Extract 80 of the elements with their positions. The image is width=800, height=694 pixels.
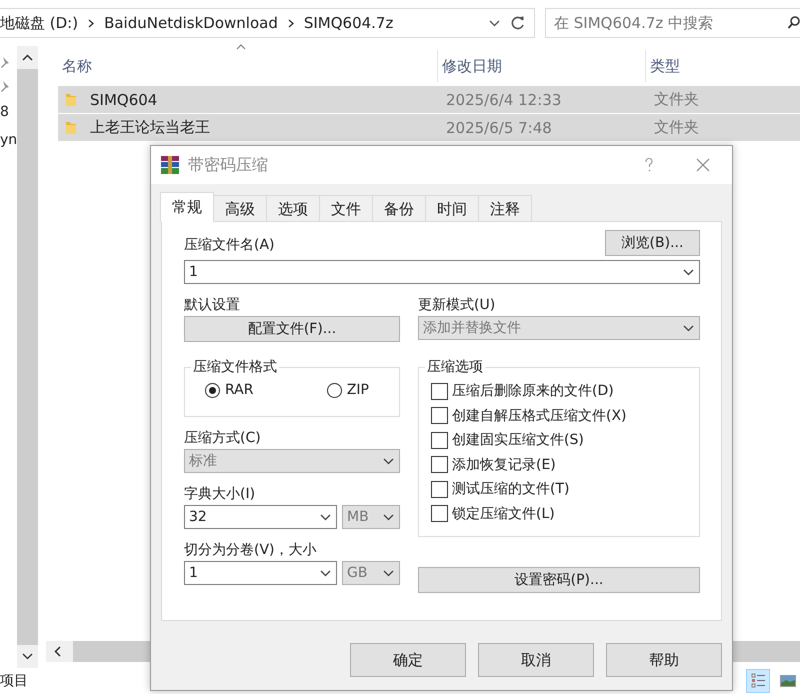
browse-button[interactable]: 浏览(B)... — [605, 230, 700, 256]
breadcrumb[interactable]: SIMQ604.7z — [304, 14, 394, 32]
radio-option[interactable]: RAR — [205, 382, 254, 398]
folder-icon — [66, 92, 76, 106]
group-title: 压缩文件格式 — [191, 358, 279, 376]
file-type: 文件夹 — [653, 118, 700, 137]
help-button[interactable]: 帮助 — [606, 643, 722, 677]
chevron-down-icon — [683, 324, 694, 332]
file-date: 2025/6/5 7:48 — [445, 118, 553, 136]
chevron-down-icon — [683, 268, 694, 276]
chevron-down-icon — [320, 514, 331, 520]
chevron-down-icon — [383, 570, 394, 576]
chevron-down-icon — [22, 653, 33, 660]
chevron-right-icon — [88, 18, 94, 28]
nav-item[interactable]: yn — [0, 132, 18, 148]
checkbox[interactable] — [431, 432, 448, 449]
chevron-right-icon — [288, 18, 294, 28]
breadcrumb[interactable]: 地磁盘 (D:) — [0, 14, 78, 32]
address-bar[interactable]: 地磁盘 (D:) BaiduNetdiskDownload SIMQ604.7z — [0, 8, 535, 38]
chevron-left-icon — [54, 646, 61, 657]
folder-icon — [66, 120, 76, 134]
status-text: 项目 — [0, 672, 28, 690]
pin-icon — [0, 56, 10, 68]
file-name: SIMQ604 — [90, 90, 158, 108]
search-field[interactable]: 在 SIMQ604.7z 中搜索 — [545, 8, 800, 38]
nav-item[interactable]: 8 — [0, 104, 9, 120]
dictionary-size-field[interactable]: 32 — [184, 505, 337, 529]
profiles-button[interactable]: 配置文件(F)... — [184, 316, 400, 342]
column-header[interactable]: 类型 — [646, 50, 800, 82]
dialog-title: 带密码压缩 — [188, 154, 268, 176]
chevron-down-icon — [489, 20, 500, 26]
archive-name-field[interactable]: 1 — [184, 260, 700, 284]
set-password-button[interactable]: 设置密码(P)... — [418, 567, 700, 593]
pin-icon — [0, 80, 10, 92]
chevron-up-icon — [22, 54, 33, 61]
chevron-down-icon — [383, 514, 394, 520]
search-icon — [788, 16, 800, 30]
image-icon — [780, 675, 796, 687]
column-header[interactable]: 修改日期 — [438, 50, 646, 82]
file-name: 上老王论坛当老王 — [90, 118, 210, 137]
field-label: 默认设置 — [184, 296, 241, 315]
field-label: 压缩文件名(A) — [184, 236, 275, 255]
tab[interactable]: 注释 — [478, 195, 532, 222]
field-label: 字典大小(I) — [184, 485, 256, 504]
field-label: 压缩方式(C) — [184, 429, 262, 448]
breadcrumb[interactable]: BaiduNetdiskDownload — [104, 14, 278, 32]
file-row[interactable]: 上老王论坛当老王 2025/6/5 7:48 文件夹 — [58, 114, 800, 142]
refresh-icon — [510, 15, 526, 31]
checkbox[interactable] — [431, 407, 448, 424]
checkbox[interactable] — [431, 456, 448, 474]
field-label: 切分为分卷(V)，大小 — [184, 541, 318, 560]
checkbox[interactable] — [431, 480, 448, 498]
file-date: 2025/6/4 12:33 — [445, 90, 562, 108]
field-label: 更新模式(U) — [418, 296, 496, 315]
radio-button[interactable] — [326, 382, 342, 398]
tab[interactable]: 常规 — [160, 192, 214, 222]
checkbox[interactable] — [431, 505, 448, 522]
file-type: 文件夹 — [653, 90, 700, 109]
checkbox-option[interactable]: 压缩后删除原来的文件(D) — [431, 381, 699, 402]
help-icon — [644, 157, 654, 173]
group-title: 压缩选项 — [425, 358, 485, 376]
chevron-down-icon — [320, 570, 331, 576]
column-header[interactable]: 名称 — [58, 50, 438, 82]
checkbox-option[interactable]: 添加恢复记录(E) — [431, 454, 699, 475]
radio-option[interactable]: ZIP — [326, 382, 369, 398]
archive-app-icon — [160, 155, 180, 175]
close-icon — [696, 158, 710, 172]
chevron-down-icon — [383, 458, 394, 464]
file-row[interactable]: SIMQ604 2025/6/4 12:33 文件夹 — [58, 86, 800, 114]
checkbox-option[interactable]: 锁定压缩文件(L) — [431, 504, 699, 524]
volume-size-field[interactable]: 1 — [184, 561, 337, 585]
checkbox-option[interactable]: 测试压缩的文件(T) — [431, 479, 699, 500]
ok-button[interactable]: 确定 — [350, 643, 466, 677]
checkbox-option[interactable]: 创建自解压格式压缩文件(X) — [431, 406, 699, 426]
details-view-button[interactable] — [746, 669, 770, 693]
radio-button[interactable] — [205, 382, 220, 398]
checkbox-option[interactable]: 创建固实压缩文件(S) — [431, 430, 699, 450]
cancel-button[interactable]: 取消 — [478, 643, 594, 677]
list-icon — [751, 673, 765, 689]
checkbox[interactable] — [431, 382, 448, 400]
